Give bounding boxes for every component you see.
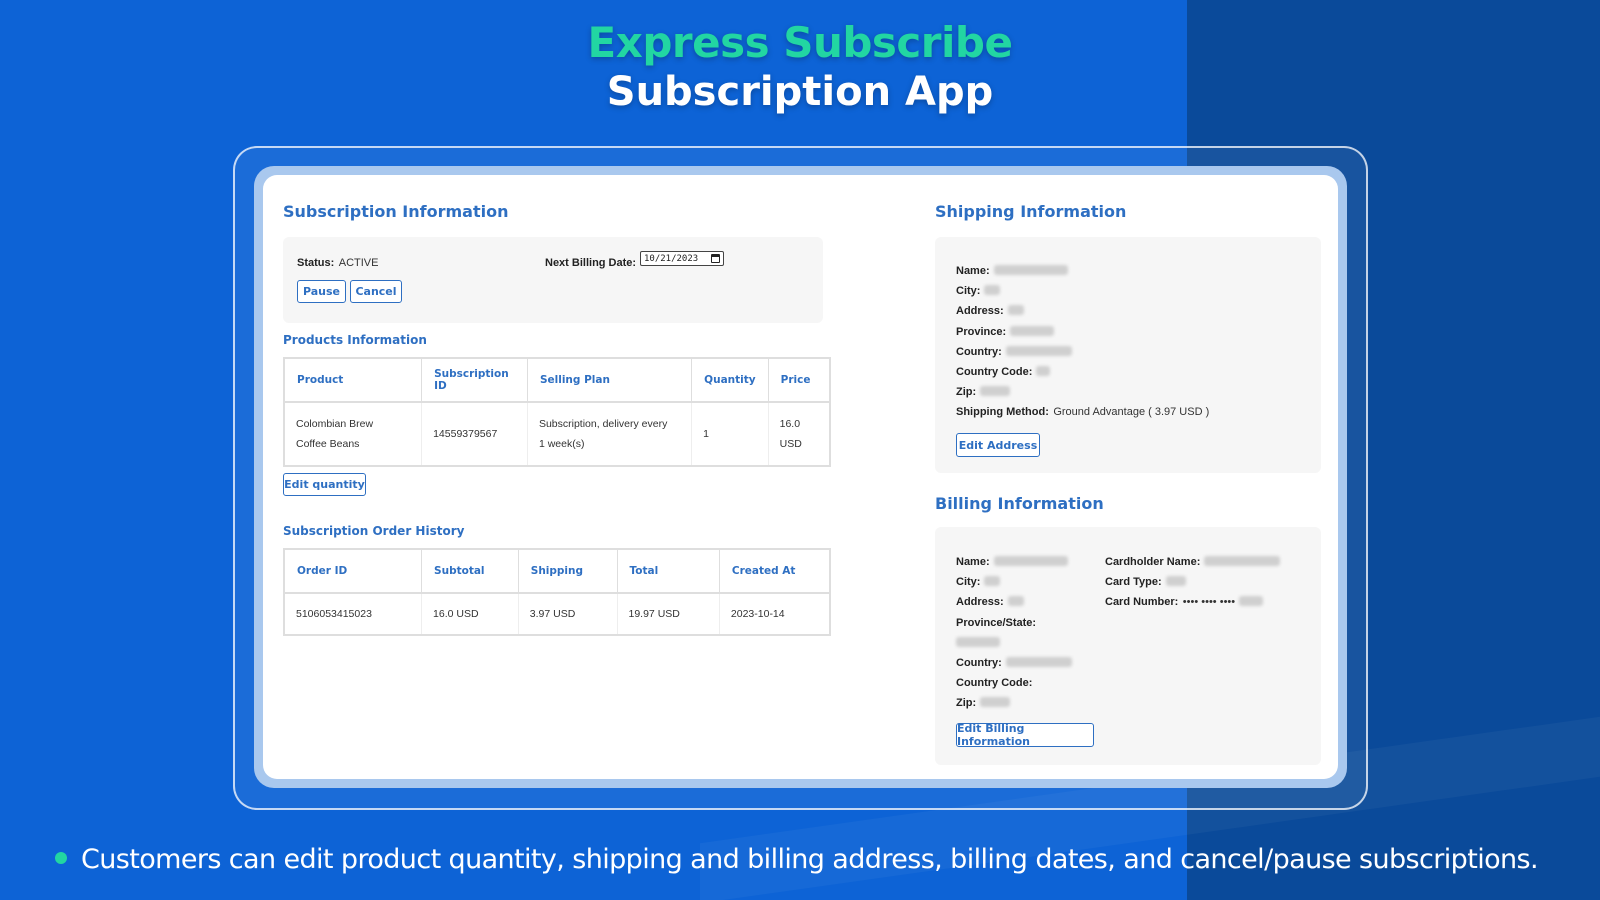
- bullet-icon: [55, 851, 67, 864]
- billing-country-row: Country:: [956, 653, 1072, 671]
- order-history-header-row: Order ID Subtotal Shipping Total Created…: [284, 549, 830, 594]
- headline: Express Subscribe Subscription App: [0, 18, 1600, 115]
- table-row: Colombian Brew Coffee Beans 14559379567 …: [284, 402, 830, 466]
- price-cell: 16.0 USD: [779, 418, 802, 450]
- subtotal-cell: 16.0 USD: [421, 593, 519, 635]
- next-billing-label: Next Billing Date:: [545, 257, 637, 269]
- redacted-value: [980, 385, 1011, 396]
- next-billing-date-input[interactable]: 10/21/2023: [640, 251, 724, 266]
- shipping-method-value: Ground Advantage ( 3.97 USD ): [1053, 406, 1210, 418]
- billing-panel: Name: City: Address: Province/State: Cou…: [935, 527, 1321, 765]
- subscription-info-title: Subscription Information: [283, 202, 509, 221]
- redacted-value: [956, 636, 1000, 647]
- col-subtotal: Subtotal: [421, 549, 519, 594]
- col-price: Price: [768, 358, 830, 403]
- footer-text: Customers can edit product quantity, shi…: [81, 844, 1539, 875]
- redacted-value: [1005, 345, 1072, 356]
- redacted-value: [993, 264, 1068, 275]
- card-number-row: Card Number: •••• •••• ••••: [1105, 592, 1264, 610]
- products-table: Product Subscription ID Selling Plan Qua…: [283, 357, 831, 467]
- redacted-value: [1007, 304, 1024, 315]
- status-label: Status:: [297, 257, 335, 269]
- shipping-method-row: Shipping Method: Ground Advantage ( 3.97…: [956, 406, 1210, 418]
- shipping-province-row: Province:: [956, 322, 1055, 340]
- products-info-title: Products Information: [283, 333, 427, 347]
- shipping-zip-row: Zip:: [956, 382, 1011, 400]
- redacted-value: [980, 696, 1011, 707]
- col-product: Product: [284, 358, 423, 403]
- headline-brand: Express Subscribe: [587, 18, 1013, 67]
- billing-country-code-row: Country Code:: [956, 677, 1033, 689]
- shipping-address-row: Address:: [956, 301, 1024, 319]
- col-order-id: Order ID: [284, 549, 423, 594]
- edit-quantity-button[interactable]: Edit quantity: [283, 473, 366, 496]
- created-at-cell: 2023-10-14: [730, 608, 785, 620]
- edit-address-button[interactable]: Edit Address: [956, 433, 1040, 457]
- products-header-row: Product Subscription ID Selling Plan Qua…: [284, 358, 830, 403]
- redacted-value: [1165, 575, 1186, 586]
- product-cell: Colombian Brew Coffee Beans: [284, 402, 423, 466]
- shipping-country-row: Country:: [956, 342, 1072, 360]
- shipping-info-title: Shipping Information: [935, 202, 1127, 221]
- total-cell: 19.97 USD: [617, 593, 720, 635]
- next-billing-date-value: 10/21/2023: [644, 253, 699, 264]
- order-history-table: Order ID Subtotal Shipping Total Created…: [283, 548, 831, 636]
- billing-address-row: Address:: [956, 592, 1024, 610]
- col-subscription-id: Subscription ID: [421, 358, 528, 403]
- shipping-country-code-row: Country Code:: [956, 362, 1051, 380]
- shipping-panel: Name: City: Address: Province: Country: …: [935, 237, 1321, 473]
- headline-subtitle: Subscription App: [606, 69, 994, 115]
- redacted-value: [1036, 365, 1051, 376]
- redacted-value: [1005, 656, 1072, 667]
- billing-info-title: Billing Information: [935, 494, 1104, 513]
- billing-zip-row: Zip:: [956, 693, 1011, 711]
- selling-plan-cell: Subscription, delivery every 1 week(s): [527, 402, 693, 466]
- app-card: Subscription Information Status: ACTIVE …: [263, 175, 1338, 779]
- card-number-mask: •••• •••• ••••: [1182, 596, 1236, 608]
- card-type-row: Card Type:: [1105, 572, 1186, 590]
- cardholder-row: Cardholder Name:: [1105, 552, 1281, 570]
- status-row: Status: ACTIVE: [297, 253, 378, 271]
- subscription-status-panel: Status: ACTIVE Next Billing Date: 10/21/…: [283, 237, 823, 323]
- redacted-value: [993, 555, 1068, 566]
- col-selling-plan: Selling Plan: [527, 358, 693, 403]
- footer-caption: Customers can edit product quantity, shi…: [55, 844, 1539, 875]
- cancel-button[interactable]: Cancel: [350, 280, 402, 303]
- shipping-name-row: Name:: [956, 261, 1068, 279]
- redacted-value: [1239, 595, 1264, 606]
- edit-billing-button[interactable]: Edit Billing Information: [956, 722, 1094, 748]
- col-total: Total: [617, 549, 720, 594]
- pause-button[interactable]: Pause: [297, 280, 346, 303]
- shipping-city-row: City:: [956, 281, 1001, 299]
- subscription-id-cell: 14559379567: [421, 402, 528, 466]
- billing-province-value-row: [956, 633, 1000, 651]
- redacted-value: [1010, 325, 1055, 336]
- redacted-value: [984, 575, 1001, 586]
- col-quantity: Quantity: [691, 358, 769, 403]
- order-history-title: Subscription Order History: [283, 524, 465, 538]
- status-value: ACTIVE: [338, 257, 379, 269]
- redacted-value: [1204, 555, 1281, 566]
- redacted-value: [984, 284, 1001, 295]
- redacted-value: [1007, 595, 1024, 606]
- quantity-cell: 1: [691, 402, 769, 466]
- billing-city-row: City:: [956, 572, 1001, 590]
- billing-province-row: Province/State:: [956, 617, 1037, 629]
- col-shipping: Shipping: [518, 549, 618, 594]
- col-created-at: Created At: [719, 549, 830, 594]
- shipping-cell: 3.97 USD: [518, 593, 618, 635]
- billing-name-row: Name:: [956, 552, 1068, 570]
- calendar-icon[interactable]: [711, 254, 720, 263]
- table-row: 5106053415023 16.0 USD 3.97 USD 19.97 US…: [284, 593, 830, 635]
- order-id-cell: 5106053415023: [284, 593, 423, 635]
